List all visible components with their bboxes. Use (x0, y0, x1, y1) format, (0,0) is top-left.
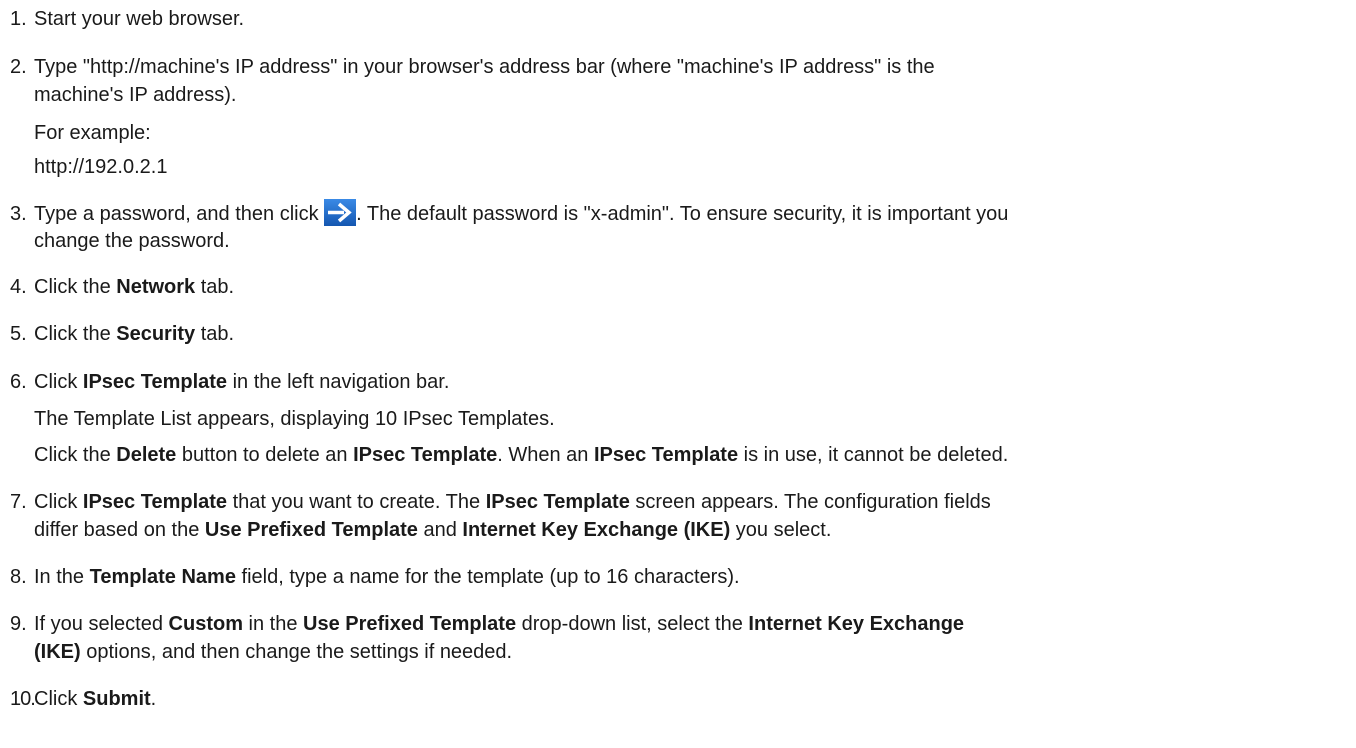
step-1: 1. Start your web browser. (10, 8, 245, 30)
step-4: 4. Click the Network tab. (10, 276, 235, 298)
step-9-line2: (IKE) options, and then change the setti… (34, 641, 513, 663)
step-7: 7. Click IPsec Template that you want to … (10, 491, 991, 513)
instruction-document: 1. Start your web browser. 2. Type "http:/… (0, 0, 1356, 748)
arrow-right-icon (324, 199, 357, 226)
step-3: 3. Type a password, and then click . The … (10, 199, 1348, 228)
step-8: 8. In the Template Name field, type a nam… (10, 566, 740, 588)
step-9: 9. If you selected Custom in the Use Pref… (10, 613, 965, 635)
step-1-text: Start your web browser. (34, 8, 245, 30)
step-3-text-line2: change the password. (34, 230, 230, 252)
step-6-sub2: Click the Delete button to delete an IPs… (34, 444, 1009, 466)
step-6: 6. Click IPsec Template in the left navig… (10, 371, 450, 393)
step-6-sub1: The Template List appears, displaying 10… (34, 408, 555, 430)
step-2: 2. Type "http://machine's IP address" in … (10, 56, 935, 78)
example-url: http://192.0.2.1 (34, 156, 168, 178)
step-2-text-line2: machine's IP address). (34, 84, 237, 106)
step-5: 5. Click the Security tab. (10, 323, 235, 345)
example-label: For example: (34, 122, 151, 144)
step-7-line2: differ based on the Use Prefixed Templat… (34, 519, 832, 541)
step-2-text-line1: Type "http://machine's IP address" in yo… (34, 56, 935, 78)
step-10: 10.Click Submit. (10, 688, 157, 710)
